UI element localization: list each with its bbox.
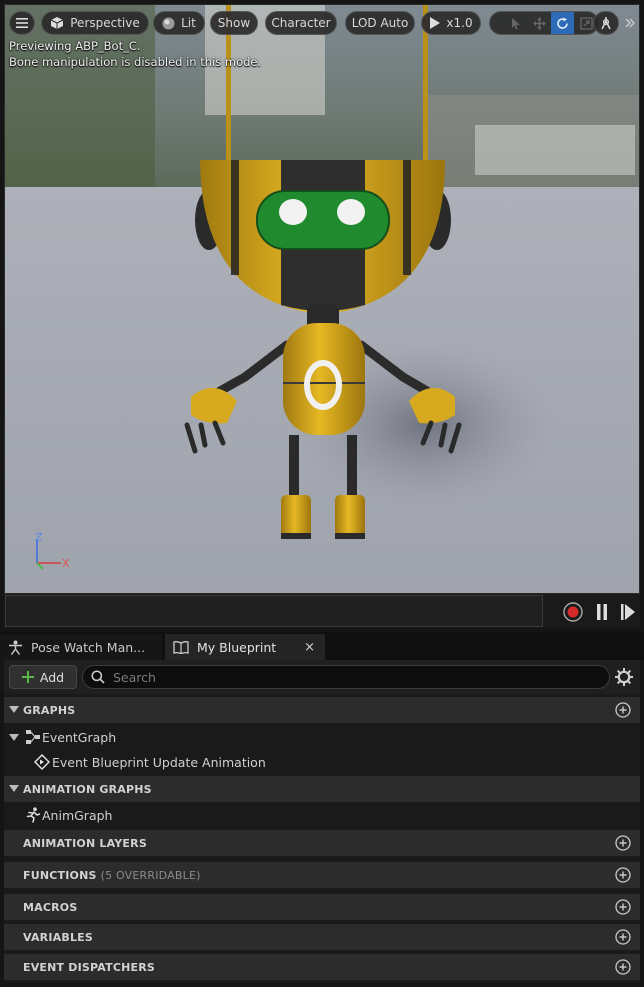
add-macro-icon[interactable]	[615, 899, 631, 915]
section-graphs[interactable]: GRAPHS	[4, 697, 640, 723]
add-event-dispatcher-icon[interactable]	[615, 959, 631, 975]
viewport-toolbar: Perspective Lit Show Character LOD Auto …	[5, 7, 639, 37]
add-function-icon[interactable]	[615, 867, 631, 883]
add-label: Add	[39, 669, 65, 685]
play-speed-label: x1.0	[446, 16, 473, 30]
tab-close-button[interactable]: ×	[304, 640, 315, 655]
section-event-dispatchers-title: EVENT DISPATCHERS	[23, 960, 156, 974]
move-icon	[532, 16, 546, 30]
anim-graph-label: AnimGraph	[42, 807, 113, 823]
cube-icon	[51, 17, 64, 29]
record-button[interactable]	[562, 601, 584, 623]
viewport-menu-button[interactable]	[9, 11, 35, 35]
rotate-icon	[557, 17, 568, 29]
my-blueprint-panel: Add GRAPHS EventGraph Event Blueprint Up…	[4, 660, 640, 983]
viewport[interactable]: Perspective Lit Show Character LOD Auto …	[4, 4, 640, 594]
section-functions-title: FUNCTIONS (5 OVERRIDABLE)	[23, 869, 201, 882]
rotate-tool[interactable]	[550, 12, 575, 34]
record-icon	[563, 602, 583, 622]
play-icon	[430, 17, 441, 29]
perspective-button[interactable]: Perspective	[41, 11, 149, 35]
section-event-dispatchers[interactable]: EVENT DISPATCHERS	[4, 954, 640, 980]
section-animation-layers[interactable]: ANIMATION LAYERS	[4, 830, 640, 856]
step-forward-icon	[621, 604, 635, 620]
functions-overridable-count: (5 OVERRIDABLE)	[100, 868, 201, 882]
hamburger-icon	[16, 18, 28, 28]
tab-my-blueprint-label: My Blueprint	[197, 639, 277, 655]
event-update-animation-label: Event Blueprint Update Animation	[52, 754, 266, 770]
search-icon	[91, 670, 105, 684]
gear-icon[interactable]	[614, 667, 634, 687]
section-functions[interactable]: FUNCTIONS (5 OVERRIDABLE)	[4, 862, 640, 888]
plus-icon	[21, 671, 34, 683]
tree-item-event-update-animation[interactable]: Event Blueprint Update Animation	[4, 750, 640, 774]
toolbar-overflow-button[interactable]	[621, 11, 639, 35]
tab-pose-watch-label: Pose Watch Man...	[31, 639, 146, 655]
lit-sphere-icon	[162, 17, 175, 29]
lod-button[interactable]: LOD Auto	[345, 11, 415, 35]
panel-tab-bar: Pose Watch Man... My Blueprint ×	[0, 632, 644, 660]
translate-tool[interactable]	[527, 12, 551, 34]
add-animation-layer-icon[interactable]	[615, 835, 631, 851]
tree-item-anim-graph[interactable]: AnimGraph	[4, 803, 640, 827]
running-figure-icon	[26, 807, 41, 823]
scale-icon	[580, 16, 593, 30]
robot-preview-scene	[5, 5, 639, 593]
functions-label: FUNCTIONS	[23, 868, 97, 882]
preview-message: Previewing ABP_Bot_C.	[9, 39, 141, 53]
perspective-label: Perspective	[70, 16, 140, 30]
my-blueprint-toolbar: Add	[4, 660, 640, 694]
search-box[interactable]	[82, 665, 610, 689]
play-speed-button[interactable]: x1.0	[421, 11, 481, 35]
show-button[interactable]: Show	[210, 11, 258, 35]
search-input[interactable]	[113, 669, 593, 685]
timeline-bar	[4, 594, 640, 628]
character-label: Character	[271, 16, 331, 30]
section-animation-graphs[interactable]: ANIMATION GRAPHS	[4, 776, 640, 802]
axis-z-label: Z	[35, 531, 43, 544]
section-macros-title: MACROS	[23, 900, 78, 914]
lit-button[interactable]: Lit	[153, 11, 205, 35]
lod-label: LOD Auto	[351, 16, 409, 30]
section-graphs-title: GRAPHS	[23, 703, 76, 717]
character-button[interactable]: Character	[265, 11, 337, 35]
chevron-down-icon	[9, 706, 19, 713]
bone-message: Bone manipulation is disabled in this mo…	[9, 55, 262, 69]
camera-speed-icon	[601, 17, 611, 30]
step-forward-button[interactable]	[617, 601, 639, 623]
event-diamond-icon	[34, 754, 50, 770]
transform-tools-grip	[490, 12, 504, 34]
double-chevron-right-icon	[625, 18, 635, 28]
tab-pose-watch-manager[interactable]: Pose Watch Man...	[0, 634, 162, 660]
cursor-icon	[511, 17, 520, 29]
select-tool[interactable]	[504, 12, 528, 34]
add-variable-icon[interactable]	[615, 929, 631, 945]
tree-item-event-graph[interactable]: EventGraph	[4, 725, 640, 749]
section-variables-title: VARIABLES	[23, 930, 93, 944]
pose-figure-icon	[9, 640, 22, 655]
graph-nodes-icon	[26, 730, 40, 744]
pause-icon	[597, 604, 607, 620]
timeline-scrubber[interactable]	[5, 595, 543, 627]
section-animation-layers-title: ANIMATION LAYERS	[23, 836, 147, 850]
add-button[interactable]: Add	[9, 665, 77, 689]
book-icon	[173, 640, 189, 654]
tab-my-blueprint[interactable]: My Blueprint ×	[165, 634, 325, 660]
section-macros[interactable]: MACROS	[4, 894, 640, 920]
show-label: Show	[217, 16, 251, 30]
pause-button[interactable]	[591, 601, 613, 623]
add-graph-icon[interactable]	[615, 702, 631, 718]
section-variables[interactable]: VARIABLES	[4, 924, 640, 950]
transform-tools	[489, 11, 599, 35]
camera-options-button[interactable]	[593, 11, 619, 35]
event-graph-label: EventGraph	[42, 729, 117, 745]
axis-x-label: X	[62, 557, 70, 570]
chevron-down-icon	[9, 785, 19, 792]
chevron-down-icon	[9, 734, 19, 741]
section-animation-graphs-title: ANIMATION GRAPHS	[23, 782, 152, 796]
axis-gizmo: Z X	[31, 531, 81, 579]
lit-label: Lit	[181, 16, 196, 30]
